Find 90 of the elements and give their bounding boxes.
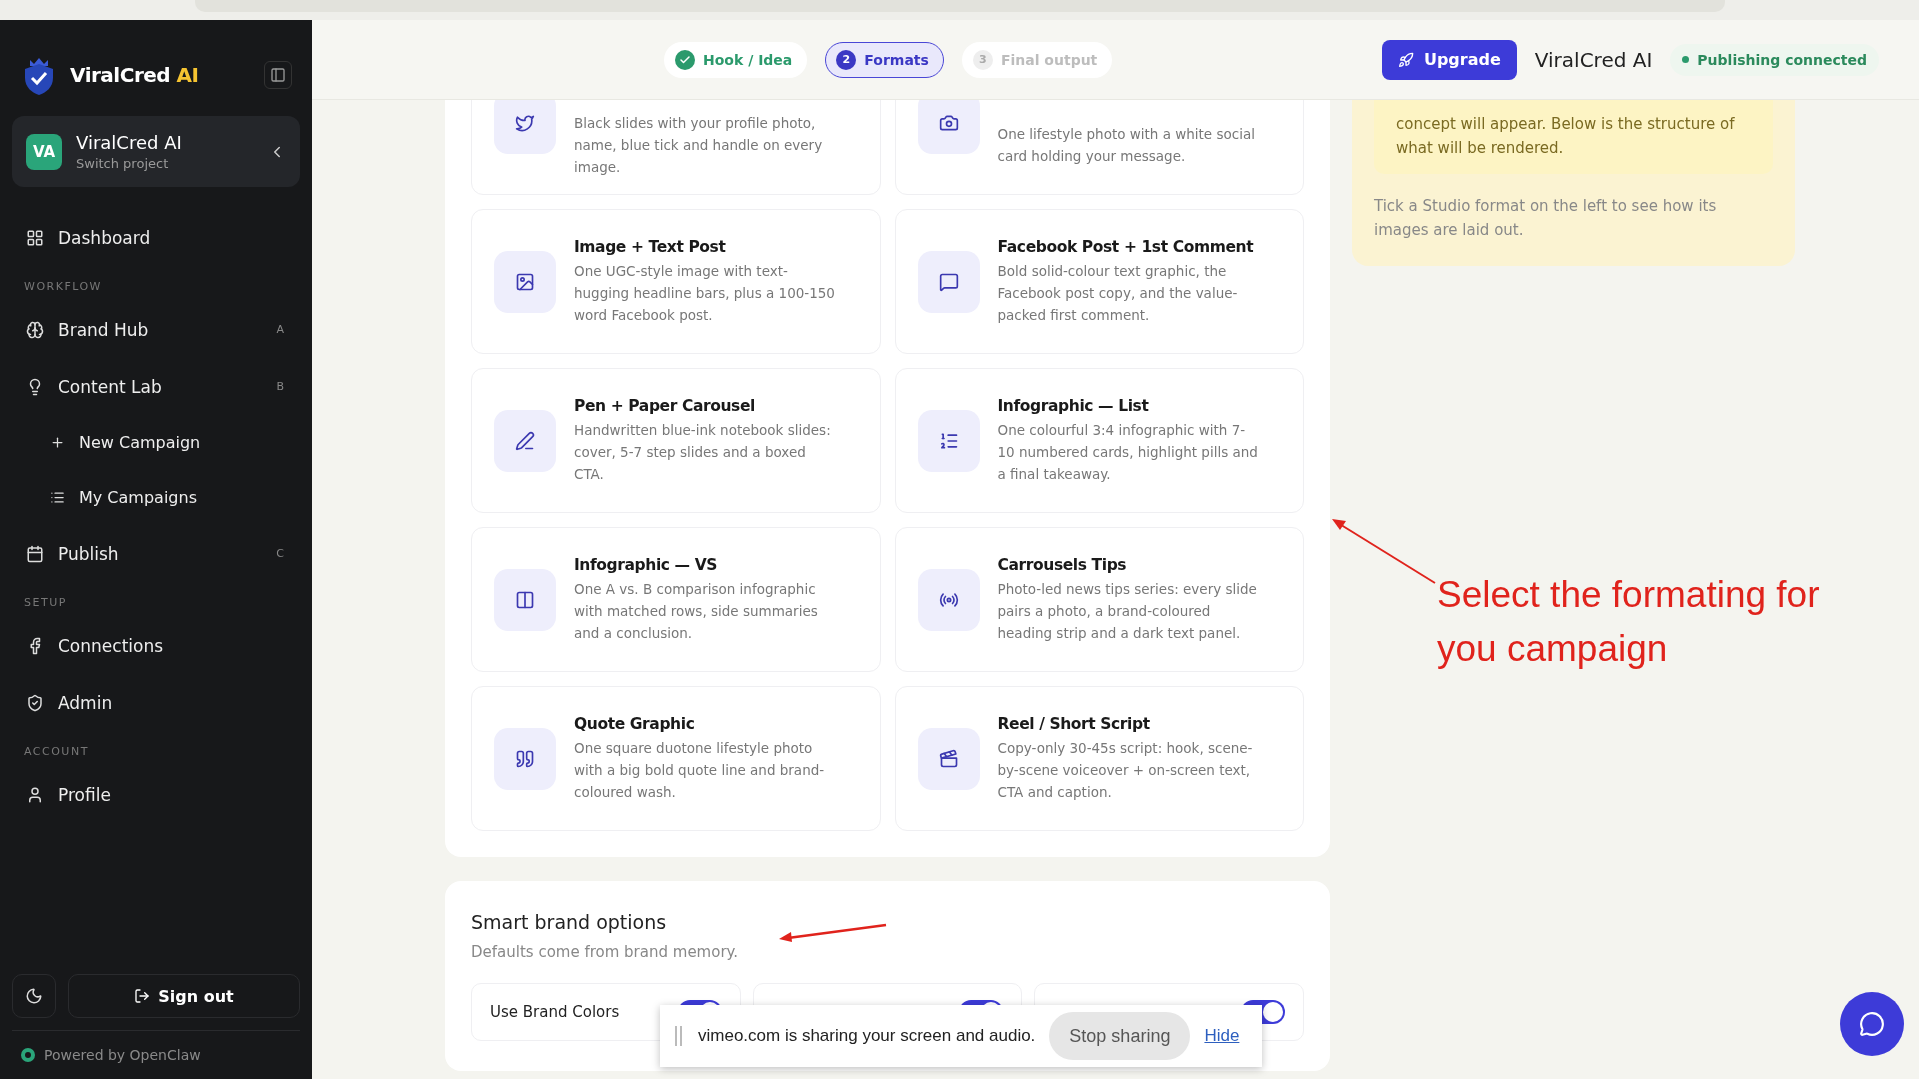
format-card[interactable]: Image + Text Post One UGC-style image with text-hugging headline bars, plus a 100-150 word Facebook post. [471, 209, 881, 354]
brain-icon [26, 320, 44, 339]
format-description: Handwritten blue-ink notebook slides: cover, 5-7 step slides and a boxed CTA. [574, 420, 832, 484]
format-title: Pen + Paper Carousel [574, 396, 756, 415]
format-title: Reel / Short Script [997, 714, 1151, 733]
person-icon [26, 785, 44, 804]
project-subtitle: Switch project [76, 156, 170, 171]
step-number: 2 [836, 49, 857, 70]
pen-icon [494, 409, 556, 472]
nav-item[interactable]: Profile [12, 766, 300, 823]
shield-icon [26, 693, 44, 712]
format-description: One colourful 3:4 infographic with 7-10 numbered cards, highlight pills and a final takeaway. [997, 420, 1259, 484]
check-icon [675, 49, 695, 70]
step-tab[interactable]: Hook / Idea [664, 41, 808, 78]
format-description: Photo-led news tips series: every slide pairs a photo, a brand-coloured heading strip and a dark text panel. [997, 579, 1258, 643]
option-label: Use Brand Colors [490, 1003, 620, 1021]
format-description: Black slides with your profile photo, name, blue tick and handle on every image. [574, 113, 824, 177]
format-description: One UGC-style image with text-hugging headline bars, plus a 100-150 word Facebook post. [574, 261, 836, 325]
format-description: Bold solid-colour text graphic, the Facebook post copy, and the value-packed first comment. [997, 261, 1239, 325]
format-title: Infographic — List [997, 396, 1150, 415]
format-card[interactable]: Reel / Short Script Copy-only 30-45s script: hook, scene-by-scene voiceover + on-screen text, CTA and caption. [894, 686, 1304, 831]
format-card[interactable]: Infographic — List One colourful 3:4 infographic with 7-10 numbered cards, highlight pills and a final takeaway. [894, 368, 1304, 513]
preview-hint: Tick a Studio format on the left to see how its images are laid out. [1374, 196, 1718, 241]
status-badge: Publishing connected [1670, 43, 1879, 76]
app-name: ViralCred AI [1534, 47, 1653, 72]
format-description: One A vs. B comparison infographic with matched rows, side summaries and a conclusion. [574, 579, 819, 643]
shortcut-key: A [276, 323, 284, 336]
format-title: Carrousels Tips [997, 555, 1128, 574]
logout-icon [134, 988, 151, 1004]
format-card[interactable]: Quote Graphic One square duotone lifestyle photo with a big bold quote line and brand-coloured wash. [471, 686, 881, 831]
share-message: vimeo.com is sharing your screen and audio. [698, 1026, 1036, 1046]
upgrade-button[interactable]: Upgrade [1381, 39, 1517, 80]
format-title: Infographic — VS [574, 555, 719, 574]
format-card[interactable]: Black slides with your profile photo, name, blue tick and handle on every image. [471, 100, 881, 195]
format-title: Facebook Post + 1st Comment [997, 237, 1255, 256]
numbered-list-icon [917, 409, 980, 472]
nav-item[interactable]: Publish C [12, 525, 300, 582]
quote-icon [494, 727, 556, 790]
powered-by-text: Powered by OpenClaw [44, 1047, 201, 1063]
shortcut-key: C [276, 547, 284, 560]
nav-item[interactable]: New Campaign [12, 415, 300, 470]
format-description: One square duotone lifestyle photo with a big bold quote line and brand-coloured wash. [574, 738, 826, 802]
section-subtitle: Defaults come from brand memory. [471, 943, 740, 961]
drag-handle-icon[interactable] [674, 1026, 684, 1046]
section-title: Smart brand options [471, 911, 668, 933]
format-card[interactable]: Pen + Paper Carousel Handwritten blue-ink notebook slides: cover, 5-7 step slides and a boxed CTA. [471, 368, 881, 513]
list-icon [50, 490, 65, 505]
section-label: SETUP [23, 595, 68, 611]
annotation-text: Select the formating for you campaign [1437, 573, 1821, 671]
nav-item[interactable]: My Campaigns [12, 470, 300, 525]
stop-sharing-button[interactable]: Stop sharing [1049, 1012, 1191, 1060]
format-card[interactable]: Carrousels Tips Photo-led news tips series: every slide pairs a photo, a brand-coloured heading strip and a dark text panel. [894, 527, 1304, 672]
theme-toggle[interactable] [12, 974, 56, 1018]
format-card[interactable]: Facebook Post + 1st Comment Bold solid-colour text graphic, the Facebook post copy, and the value-packed first comment. [894, 209, 1304, 354]
section-label: WORKFLOW [23, 279, 103, 295]
format-description: One lifestyle photo with a white social card holding your message. [997, 124, 1256, 166]
project-switcher[interactable]: VA ViralCred AI Switch project [12, 116, 300, 187]
chat-bubble-icon [1859, 1011, 1885, 1037]
format-title: Quote Graphic [574, 714, 696, 733]
format-card[interactable]: Infographic — VS One A vs. B comparison infographic with matched rows, side summaries and a conclusion. [471, 527, 881, 672]
nav-item[interactable]: Dashboard [12, 209, 300, 266]
section-label: ACCOUNT [23, 744, 90, 760]
nav-item[interactable]: Connections [12, 617, 300, 674]
collapse-sidebar-icon[interactable] [264, 61, 292, 89]
nav-item[interactable]: Admin [12, 674, 300, 731]
preview-notice: concept will appear. Below is the structure of what will be rendered. [1374, 100, 1773, 174]
clapperboard-icon [917, 727, 980, 790]
format-card[interactable]: One lifestyle photo with a white social card holding your message. [894, 100, 1304, 195]
project-avatar: VA [26, 133, 62, 170]
openclaw-logo-icon [20, 1047, 36, 1063]
nav-item[interactable]: Brand Hub A [12, 301, 300, 358]
format-description: Copy-only 30-45s script: hook, scene-by-scene voiceover + on-screen text, CTA and caption. [997, 738, 1254, 802]
moon-icon [25, 987, 43, 1005]
calendar-icon [26, 544, 44, 563]
grid-icon [26, 228, 44, 247]
broadcast-icon [917, 568, 980, 631]
hide-link[interactable]: Hide [1204, 1026, 1240, 1046]
shortcut-key: B [276, 380, 284, 393]
columns-icon [494, 568, 556, 631]
speech-bubble-icon [917, 250, 980, 313]
format-title: Image + Text Post [574, 237, 727, 256]
image-icon [494, 250, 556, 313]
plus-icon [50, 435, 65, 450]
project-name: ViralCred AI [76, 132, 183, 153]
sign-out-button[interactable]: Sign out [68, 974, 300, 1018]
brand-name: ViralCred AI [70, 63, 200, 87]
step-tab[interactable]: 2 Formats [825, 41, 944, 78]
step-number: 3 [972, 49, 993, 70]
rocket-icon [1397, 51, 1414, 68]
nav-item[interactable]: Content Lab B [12, 358, 300, 415]
